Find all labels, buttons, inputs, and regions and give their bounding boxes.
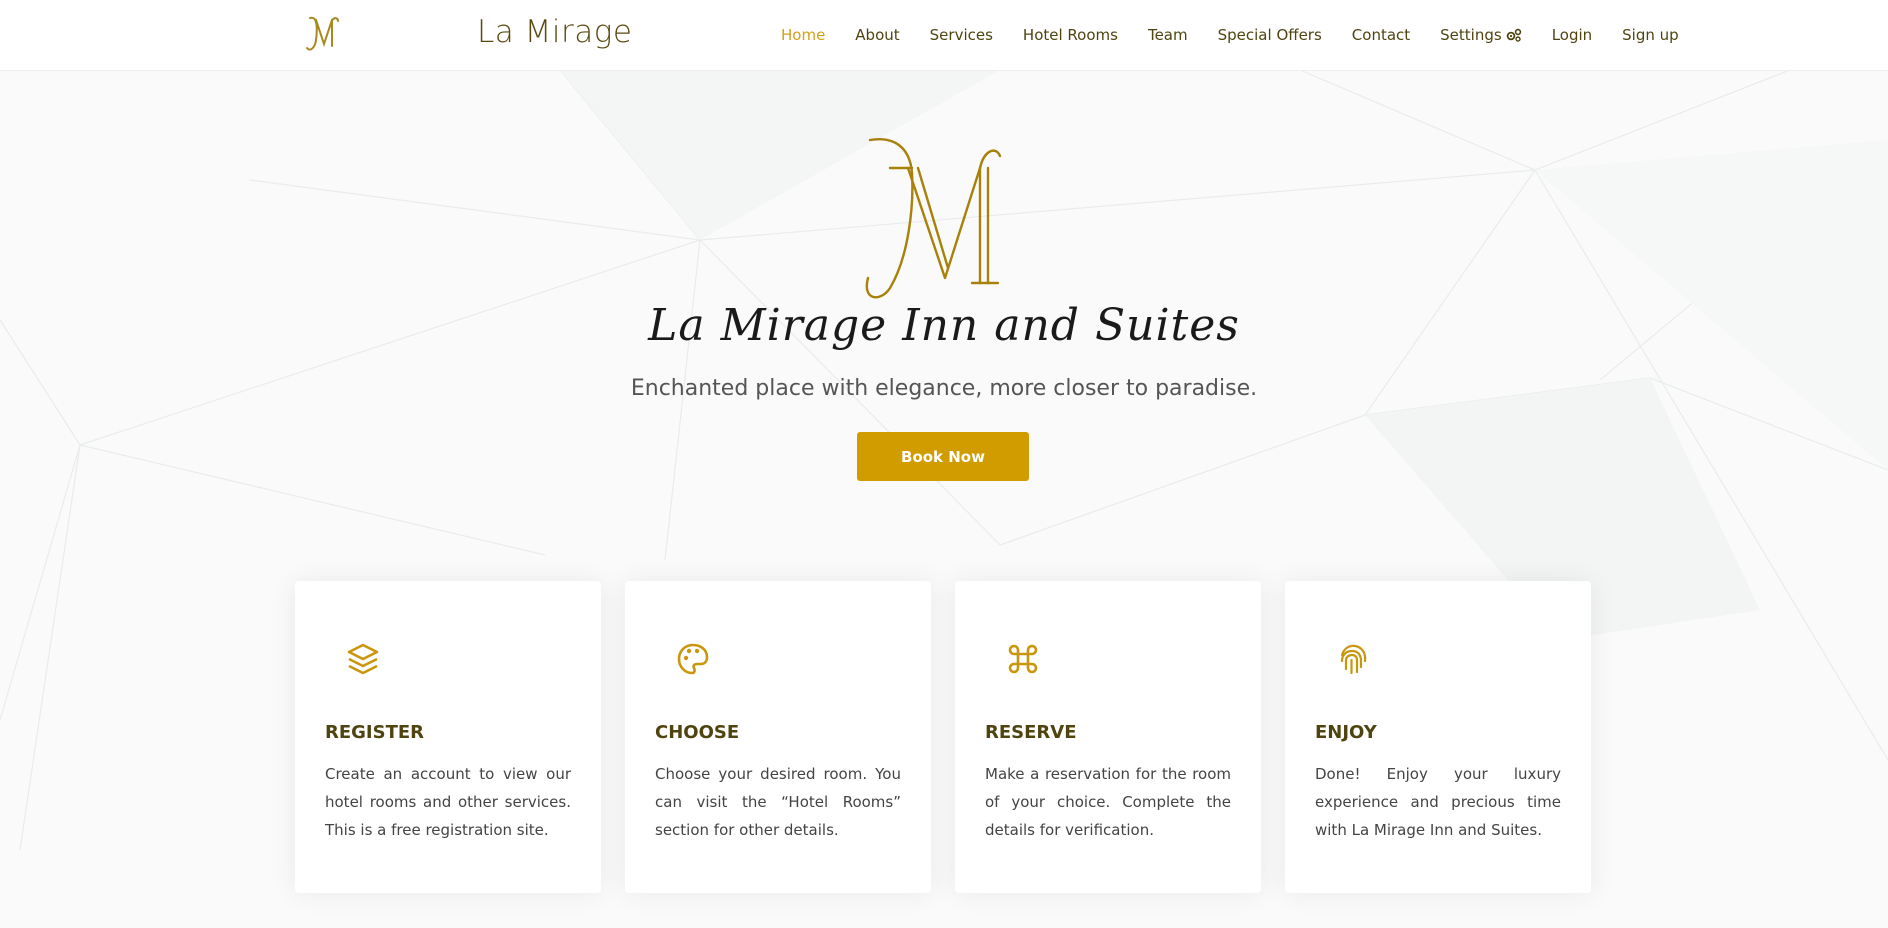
nav-settings[interactable]: Settings [1440,26,1522,44]
hero-tagline: Enchanted place with elegance, more clos… [630,376,1258,401]
feature-text: Done! Enjoy your luxury experience and p… [1315,765,1561,839]
page: La Mirage Home About Services Hotel Room… [0,0,1888,928]
nav-hotel-rooms[interactable]: Hotel Rooms [1023,26,1118,44]
top-navbar: La Mirage Home About Services Hotel Room… [0,0,1888,71]
nav-contact[interactable]: Contact [1352,26,1410,44]
nav-team[interactable]: Team [1148,26,1188,44]
feature-title: RESERVE [985,722,1077,743]
nav-settings-label: Settings [1440,26,1502,44]
feature-text: Create an account to view our hotel room… [325,765,571,839]
nav-login[interactable]: Login [1552,26,1592,44]
feature-card-register: REGISTER Create an account to view our h… [295,581,601,893]
brand-name[interactable]: La Mirage [477,14,632,50]
gears-icon [1506,28,1521,42]
hero-title: La Mirage Inn and Suites [648,300,1240,351]
layers-icon [347,643,379,675]
fingerprint-icon [1340,644,1367,675]
palette-icon [677,643,709,675]
book-now-button[interactable]: Book Now [857,432,1029,481]
nav-special-offers[interactable]: Special Offers [1218,26,1322,44]
nav-signup[interactable]: Sign up [1622,26,1679,44]
feature-card-enjoy: ENJOY Done! Enjoy your luxury experience… [1285,581,1591,893]
nav-about[interactable]: About [855,26,899,44]
feature-text: Make a reservation for the room of your … [985,765,1231,839]
feature-title: ENJOY [1315,722,1377,743]
feature-card-reserve: RESERVE Make a reservation for the room … [955,581,1261,893]
feature-title: REGISTER [325,722,425,743]
nav-home[interactable]: Home [781,26,825,44]
main-nav: Home About Services Hotel Rooms Team Spe… [770,0,1679,70]
monogram-m-logo-icon [865,138,1002,299]
nav-services[interactable]: Services [930,26,993,44]
feature-text: Choose your desired room. You can visit … [655,765,901,839]
feature-card-choose: CHOOSE Choose your desired room. You can… [625,581,931,893]
monogram-logo-icon[interactable] [300,12,346,58]
feature-title: CHOOSE [655,722,740,743]
command-icon [1008,644,1038,674]
